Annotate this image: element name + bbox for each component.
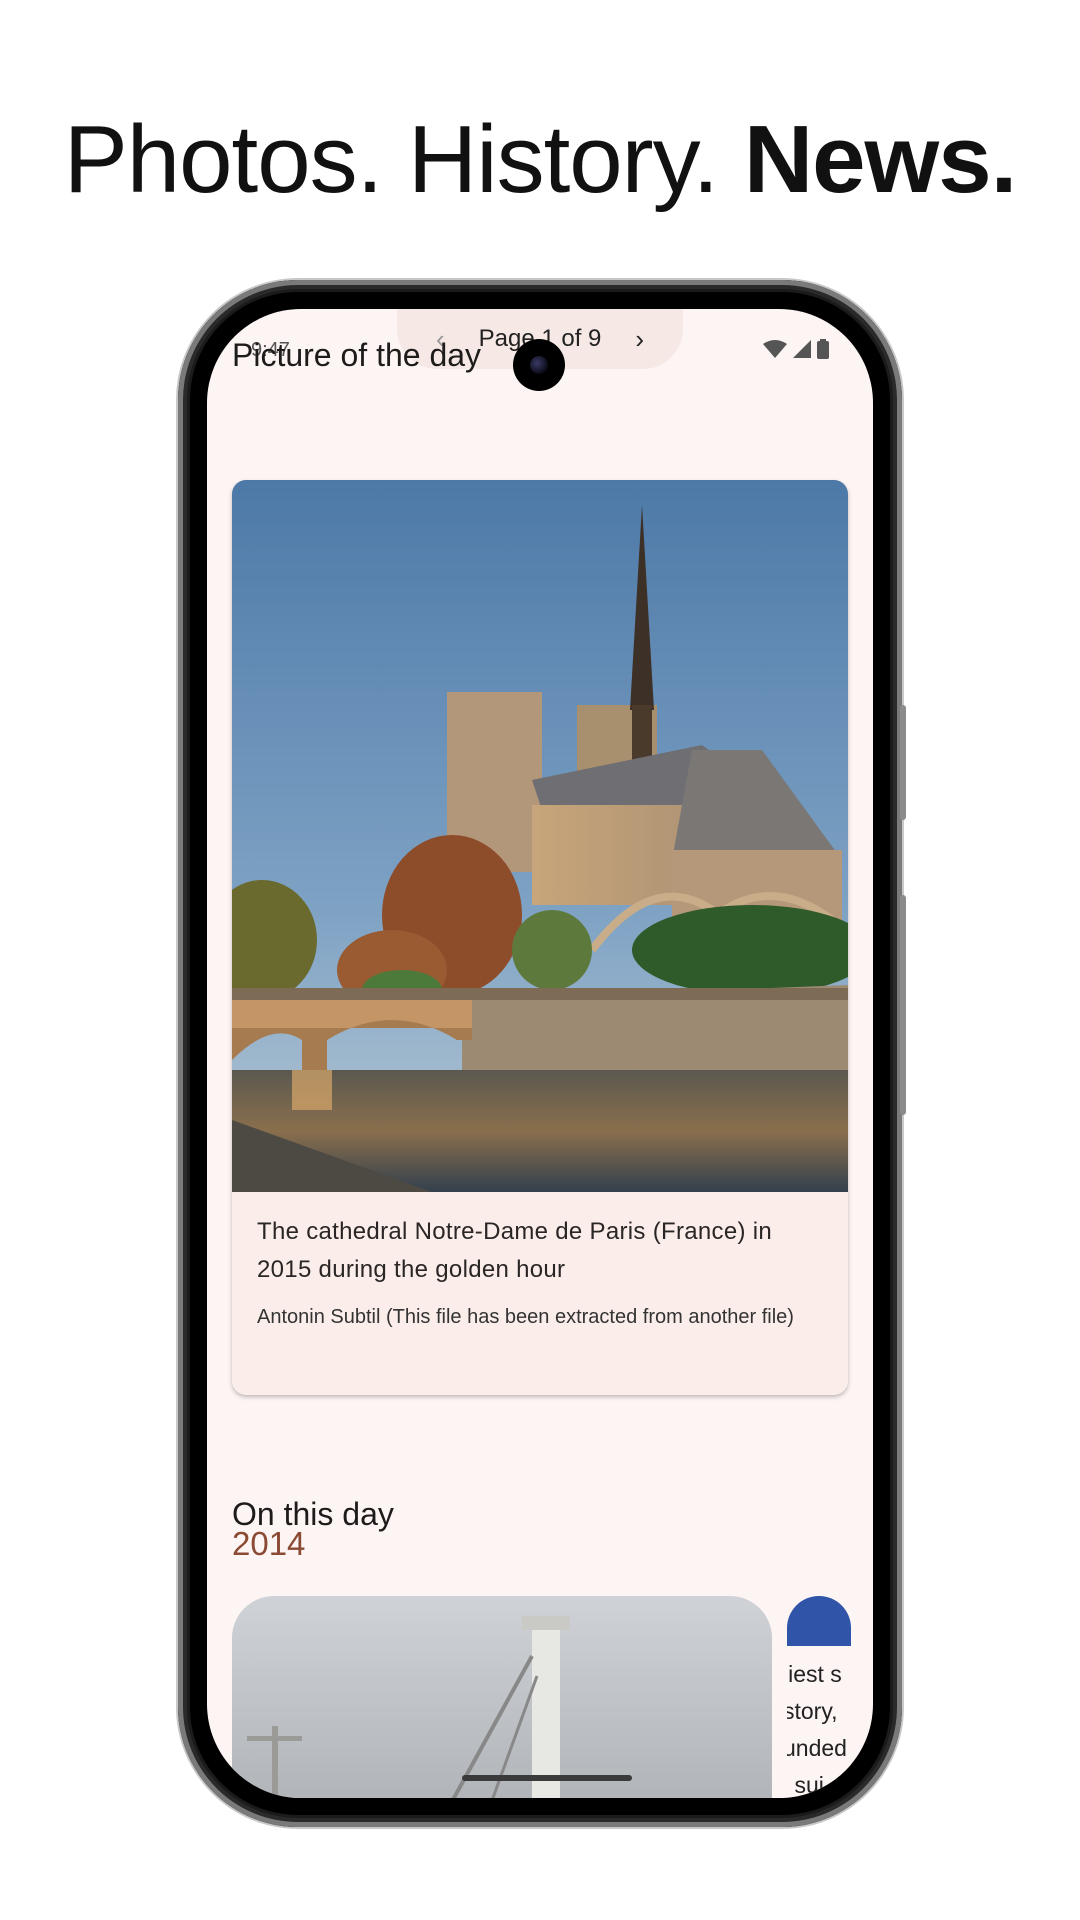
status-icons [763, 339, 829, 359]
on-this-day-card-next[interactable]: liest s story, unded l sui [787, 1596, 851, 1798]
side-button-volume [900, 705, 906, 820]
on-this-day-year: 2014 [232, 1525, 306, 1562]
marketing-headline: Photos. History. News. [0, 105, 1080, 215]
front-camera [513, 339, 565, 391]
cell-signal-icon [793, 340, 811, 358]
on-this-day-next-text: liest s story, unded l sui [787, 1661, 847, 1798]
side-button-power [900, 895, 906, 1115]
notre-dame-photo[interactable] [232, 480, 848, 1192]
wifi-icon [763, 340, 787, 358]
picture-of-the-day-title: Picture of the day [232, 337, 482, 373]
battery-icon [817, 339, 829, 359]
headline-part-1: Photos. History. [63, 106, 744, 213]
on-this-day-photo[interactable] [232, 1596, 772, 1798]
chevron-right-icon[interactable]: › [635, 324, 644, 355]
picture-credit: Antonin Subtil (This file has been extra… [257, 1306, 794, 1328]
gesture-home-bar[interactable] [462, 1775, 632, 1781]
picture-of-the-day-card[interactable]: The cathedral Notre-Dame de Paris (Franc… [232, 480, 848, 1395]
on-this-day-card[interactable] [232, 1596, 772, 1798]
on-this-day-next-photo [787, 1596, 851, 1646]
picture-caption: The cathedral Notre-Dame de Paris (Franc… [257, 1218, 773, 1283]
headline-part-2: News. [743, 106, 1017, 213]
phone-screen: 9:47 ‹ Page 1 of 9 › Picture of the day [207, 309, 873, 1798]
